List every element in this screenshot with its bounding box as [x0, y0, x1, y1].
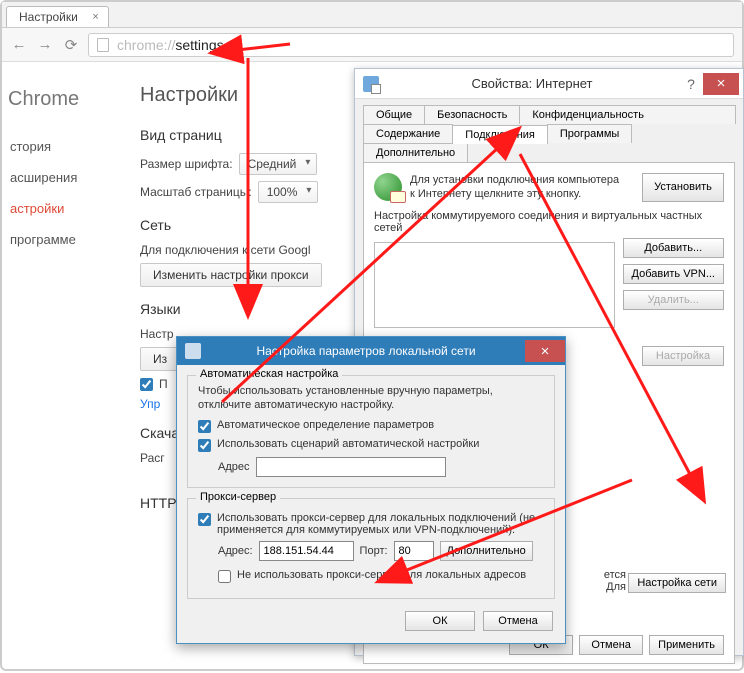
inet-titlebar[interactable]: Свойства: Интернет ? × — [355, 69, 743, 99]
bypass-local-label: Не использовать прокси-сервер для локаль… — [237, 569, 526, 581]
tab-general[interactable]: Общие — [363, 105, 425, 124]
dial-settings-button: Настройка — [642, 346, 724, 366]
url-text: chrome://settings — [117, 37, 224, 53]
close-icon[interactable]: × — [92, 11, 98, 23]
tab-advanced[interactable]: Дополнительно — [363, 143, 468, 162]
lan-titlebar[interactable]: Настройка параметров локальной сети × — [177, 337, 565, 365]
add-vpn-button[interactable]: Добавить VPN... — [623, 264, 724, 284]
lan-ok-button[interactable]: ОК — [405, 611, 475, 631]
setup-desc: Для установки подключения компьютера к И… — [410, 173, 619, 202]
settings-sidebar: Chrome стория асширения астройки програм… — [2, 62, 110, 672]
tab-security[interactable]: Безопасность — [424, 105, 520, 124]
tab-privacy[interactable]: Конфиденциальность — [519, 105, 736, 124]
manage-lang-link[interactable]: Упр — [140, 397, 160, 411]
inet-title-text: Свойства: Интернет — [385, 76, 679, 91]
inet-icon — [363, 76, 379, 92]
zoom-select[interactable]: 100% — [258, 181, 319, 203]
auto-config-fieldset: Автоматическая настройка Чтобы использов… — [187, 375, 555, 488]
font-size-label: Размер шрифта: — [140, 157, 233, 171]
add-button[interactable]: Добавить... — [623, 238, 724, 258]
script-addr-label: Адрес — [218, 461, 250, 473]
inet-tabs: Общие Безопасность Конфиденциальность Со… — [355, 99, 743, 162]
proxy-advanced-button[interactable]: Дополнительно — [440, 541, 533, 561]
cancel-button[interactable]: Отмена — [579, 635, 643, 655]
apply-button[interactable]: Применить — [649, 635, 724, 655]
back-button[interactable]: ← — [10, 36, 28, 54]
auto-config-legend: Автоматическая настройка — [196, 368, 342, 380]
font-size-select[interactable]: Средний — [239, 153, 318, 175]
tab-programs[interactable]: Программы — [547, 124, 632, 143]
sidebar-item-settings[interactable]: астройки — [2, 193, 110, 224]
page-icon — [97, 38, 109, 52]
reload-button[interactable]: ⟳ — [62, 36, 80, 54]
browser-tab-bar: Настройки × — [2, 2, 742, 28]
sidebar-item-history[interactable]: стория — [2, 131, 110, 162]
close-icon[interactable]: × — [703, 73, 739, 95]
proxy-fieldset: Прокси-сервер Использовать прокси-сервер… — [187, 498, 555, 599]
auto-script-checkbox[interactable] — [198, 439, 211, 452]
proxy-address-input[interactable] — [259, 541, 354, 561]
url-field[interactable]: chrome://settings — [88, 33, 734, 57]
proxy-port-label: Порт: — [360, 545, 388, 557]
install-button[interactable]: Установить — [642, 173, 724, 202]
help-button[interactable]: ? — [679, 74, 703, 94]
auto-detect-checkbox[interactable] — [198, 420, 211, 433]
tab-connections[interactable]: Подключения — [452, 125, 548, 144]
proxy-port-input[interactable] — [394, 541, 434, 561]
use-proxy-label: Использовать прокси-сервер для локальных… — [217, 512, 544, 536]
translate-label: П — [159, 377, 168, 391]
auto-config-desc: Чтобы использовать установленные вручную… — [198, 384, 544, 413]
lan-settings-button[interactable]: Настройка сети — [628, 573, 726, 593]
bypass-local-checkbox[interactable] — [218, 570, 231, 583]
change-proxy-button[interactable]: Изменить настройки прокси — [140, 263, 322, 287]
globe-icon — [374, 173, 402, 201]
lan-title-text: Настройка параметров локальной сети — [207, 344, 525, 358]
proxy-addr-label: Адрес: — [218, 545, 253, 557]
lang-button[interactable]: Из — [140, 347, 180, 371]
lan-icon — [185, 343, 201, 359]
lan-settings-window: Настройка параметров локальной сети × Ав… — [176, 336, 566, 644]
use-proxy-checkbox[interactable] — [198, 513, 211, 526]
tab-content[interactable]: Содержание — [363, 124, 453, 143]
lan-cancel-button[interactable]: Отмена — [483, 611, 553, 631]
connections-list[interactable] — [374, 242, 615, 328]
script-address-input[interactable] — [256, 457, 446, 477]
delete-button: Удалить... — [623, 290, 724, 310]
translate-checkbox[interactable] — [140, 378, 153, 391]
browser-tab[interactable]: Настройки × — [6, 6, 109, 27]
sidebar-item-extensions[interactable]: асширения — [2, 162, 110, 193]
sidebar-item-about[interactable]: программе — [2, 224, 110, 255]
brand-label: Chrome — [8, 88, 110, 111]
tab-title: Настройки — [19, 10, 78, 24]
forward-button[interactable]: → — [36, 36, 54, 54]
zoom-label: Масштаб страницы: — [140, 185, 252, 199]
proxy-legend: Прокси-сервер — [196, 491, 280, 503]
dialup-label: Настройка коммутируемого соединения и ви… — [374, 210, 724, 234]
address-bar: ← → ⟳ chrome://settings — [2, 28, 742, 62]
auto-script-label: Использовать сценарий автоматической нас… — [217, 438, 479, 450]
close-icon[interactable]: × — [525, 340, 565, 362]
auto-detect-label: Автоматическое определение параметров — [217, 419, 434, 431]
